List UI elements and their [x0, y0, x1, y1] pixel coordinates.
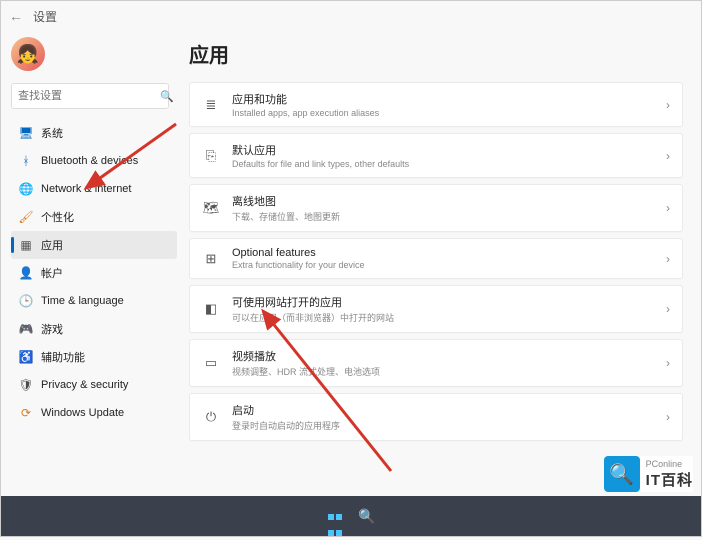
content-area: 应用 ≣ 应用和功能 Installed apps, app execution… [177, 31, 701, 496]
card-icon: ≣ [202, 97, 220, 113]
sidebar-item-pers[interactable]: 🖌 个性化 [11, 203, 177, 231]
sidebar-item-label: 帐户 [41, 265, 63, 281]
card-icon: ▭ [202, 355, 220, 371]
net-icon: 🌐 [19, 182, 33, 196]
user-avatar[interactable]: 👧 [11, 37, 45, 71]
settings-card-3[interactable]: ⊞ Optional features Extra functionality … [189, 238, 683, 279]
chevron-right-icon: › [666, 356, 670, 370]
settings-card-2[interactable]: 🗺 离线地图 下载、存储位置、地图更新 › [189, 184, 683, 232]
chevron-right-icon: › [666, 252, 670, 266]
card-subtitle: Installed apps, app execution aliases [232, 108, 654, 118]
card-title: 离线地图 [232, 193, 654, 209]
sidebar-item-access[interactable]: ♿ 辅助功能 [11, 343, 177, 371]
taskbar[interactable]: 🔍 [1, 496, 701, 536]
start-button[interactable] [326, 507, 344, 525]
acct-icon: 👤 [19, 266, 33, 280]
card-title: 启动 [232, 402, 654, 418]
settings-card-4[interactable]: ◧ 可使用网站打开的应用 可以在应用（而非浏览器）中打开的网站 › [189, 285, 683, 333]
time-icon: 🕒 [19, 294, 33, 308]
sidebar-item-net[interactable]: 🌐 Network & internet [11, 175, 177, 203]
chevron-right-icon: › [666, 410, 670, 424]
chevron-right-icon: › [666, 201, 670, 215]
sidebar-item-label: 个性化 [41, 209, 74, 225]
sidebar-item-apps[interactable]: ▦ 应用 [11, 231, 177, 259]
page-title: 应用 [189, 39, 683, 68]
access-icon: ♿ [19, 350, 33, 364]
card-subtitle: 登录时自动启动的应用程序 [232, 419, 654, 432]
sidebar: 👧 🔍 🖥 系统 ᚼ Bluetooth & devices 🌐 Network & in… [1, 31, 177, 496]
sidebar-item-priv[interactable]: 🛡 Privacy & security [11, 371, 177, 399]
chevron-right-icon: › [666, 98, 670, 112]
pers-icon: 🖌 [19, 210, 33, 224]
card-icon: 🗺 [202, 200, 220, 216]
sidebar-item-time[interactable]: 🕒 Time & language [11, 287, 177, 315]
card-subtitle: Extra functionality for your device [232, 260, 654, 270]
card-subtitle: 下载、存储位置、地图更新 [232, 210, 654, 223]
bt-icon: ᚼ [19, 154, 33, 168]
sidebar-item-label: Network & internet [41, 183, 131, 195]
back-button[interactable]: ← [9, 8, 23, 24]
card-title: 默认应用 [232, 142, 654, 158]
card-icon: ◧ [202, 301, 220, 317]
search-icon: 🔍 [160, 90, 174, 103]
sidebar-item-label: 系统 [41, 125, 63, 141]
chevron-right-icon: › [666, 149, 670, 163]
apps-icon: ▦ [19, 238, 33, 252]
settings-card-0[interactable]: ≣ 应用和功能 Installed apps, app execution al… [189, 82, 683, 127]
card-subtitle: Defaults for file and link types, other … [232, 159, 654, 169]
watermark-big: IT百科 [646, 469, 693, 490]
sidebar-item-acct[interactable]: 👤 帐户 [11, 259, 177, 287]
card-icon: ⎘ [202, 148, 220, 164]
card-subtitle: 视频调整、HDR 流式处理、电池选项 [232, 365, 654, 378]
card-title: 应用和功能 [232, 91, 654, 107]
sidebar-item-system[interactable]: 🖥 系统 [11, 119, 177, 147]
card-subtitle: 可以在应用（而非浏览器）中打开的网站 [232, 311, 654, 324]
sidebar-item-label: Windows Update [41, 407, 124, 419]
settings-card-1[interactable]: ⎘ 默认应用 Defaults for file and link types,… [189, 133, 683, 178]
settings-card-6[interactable]: ⏻ 启动 登录时自动启动的应用程序 › [189, 393, 683, 441]
window-title: 设置 [33, 8, 57, 25]
sidebar-item-game[interactable]: 🎮 游戏 [11, 315, 177, 343]
card-title: 可使用网站打开的应用 [232, 294, 654, 310]
card-icon: ⏻ [202, 409, 220, 425]
sidebar-item-label: 游戏 [41, 321, 63, 337]
update-icon: ⟳ [19, 406, 33, 420]
search-input[interactable] [18, 90, 160, 102]
taskbar-search-icon[interactable]: 🔍 [358, 507, 376, 525]
card-title: 视频播放 [232, 348, 654, 364]
settings-card-5[interactable]: ▭ 视频播放 视频调整、HDR 流式处理、电池选项 › [189, 339, 683, 387]
game-icon: 🎮 [19, 322, 33, 336]
chevron-right-icon: › [666, 302, 670, 316]
sidebar-item-label: Privacy & security [41, 379, 128, 391]
card-icon: ⊞ [202, 251, 220, 267]
watermark: 🔍 PConline IT百科 [604, 456, 693, 492]
sidebar-item-label: 辅助功能 [41, 349, 85, 365]
watermark-icon: 🔍 [604, 456, 640, 492]
search-box[interactable]: 🔍 [11, 83, 169, 109]
priv-icon: 🛡 [19, 378, 33, 392]
card-title: Optional features [232, 247, 654, 259]
sidebar-item-bt[interactable]: ᚼ Bluetooth & devices [11, 147, 177, 175]
sidebar-item-label: Bluetooth & devices [41, 155, 138, 167]
watermark-small: PConline [646, 459, 693, 469]
sidebar-item-update[interactable]: ⟳ Windows Update [11, 399, 177, 427]
system-icon: 🖥 [19, 126, 33, 140]
sidebar-item-label: Time & language [41, 295, 124, 307]
sidebar-item-label: 应用 [41, 237, 63, 253]
